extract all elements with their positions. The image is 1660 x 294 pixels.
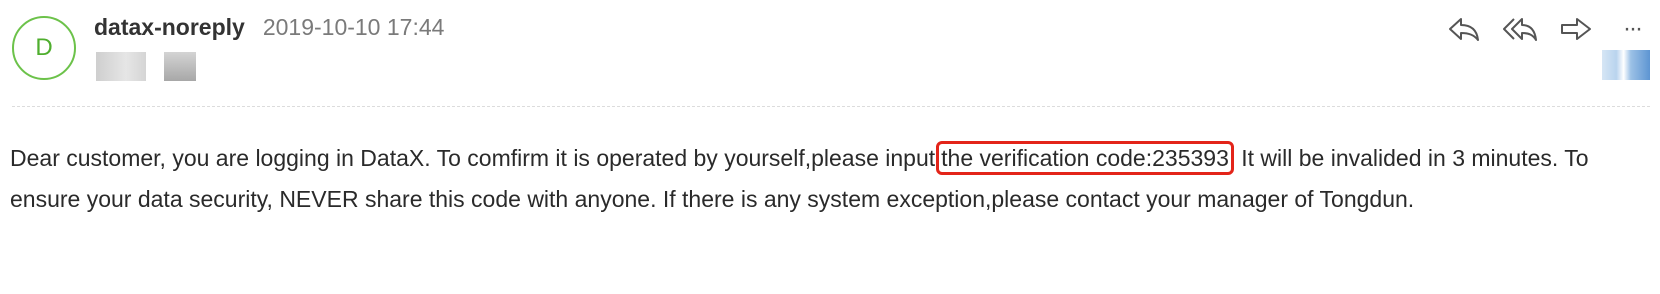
sender-avatar[interactable]: D (12, 16, 76, 80)
email-view: D datax-noreply 2019-10-10 17:44 ··· Dea… (0, 0, 1660, 294)
body-text-intro: Dear customer, you are logging in DataX.… (10, 145, 936, 171)
header-divider (12, 106, 1650, 107)
redacted-attachment (1602, 50, 1650, 80)
reply-icon (1449, 18, 1479, 41)
sender-name[interactable]: datax-noreply (94, 14, 245, 41)
more-icon: ··· (1623, 15, 1643, 42)
forward-button[interactable] (1558, 14, 1594, 44)
sender-line: datax-noreply 2019-10-10 17:44 (94, 14, 444, 41)
message-body: Dear customer, you are logging in DataX.… (10, 138, 1630, 220)
verification-code-highlight: the verification code:235393 (936, 141, 1234, 175)
reply-all-icon (1503, 18, 1537, 41)
sent-datetime: 2019-10-10 17:44 (262, 14, 445, 40)
more-button[interactable]: ··· (1614, 14, 1650, 44)
forward-icon (1561, 18, 1591, 40)
message-toolbar: ··· (1446, 14, 1650, 44)
reply-all-button[interactable] (1502, 14, 1538, 44)
recipient-redacted (96, 52, 196, 81)
avatar-letter: D (35, 34, 53, 61)
redacted-block (164, 52, 196, 81)
redacted-block (96, 52, 146, 81)
reply-button[interactable] (1446, 14, 1482, 44)
